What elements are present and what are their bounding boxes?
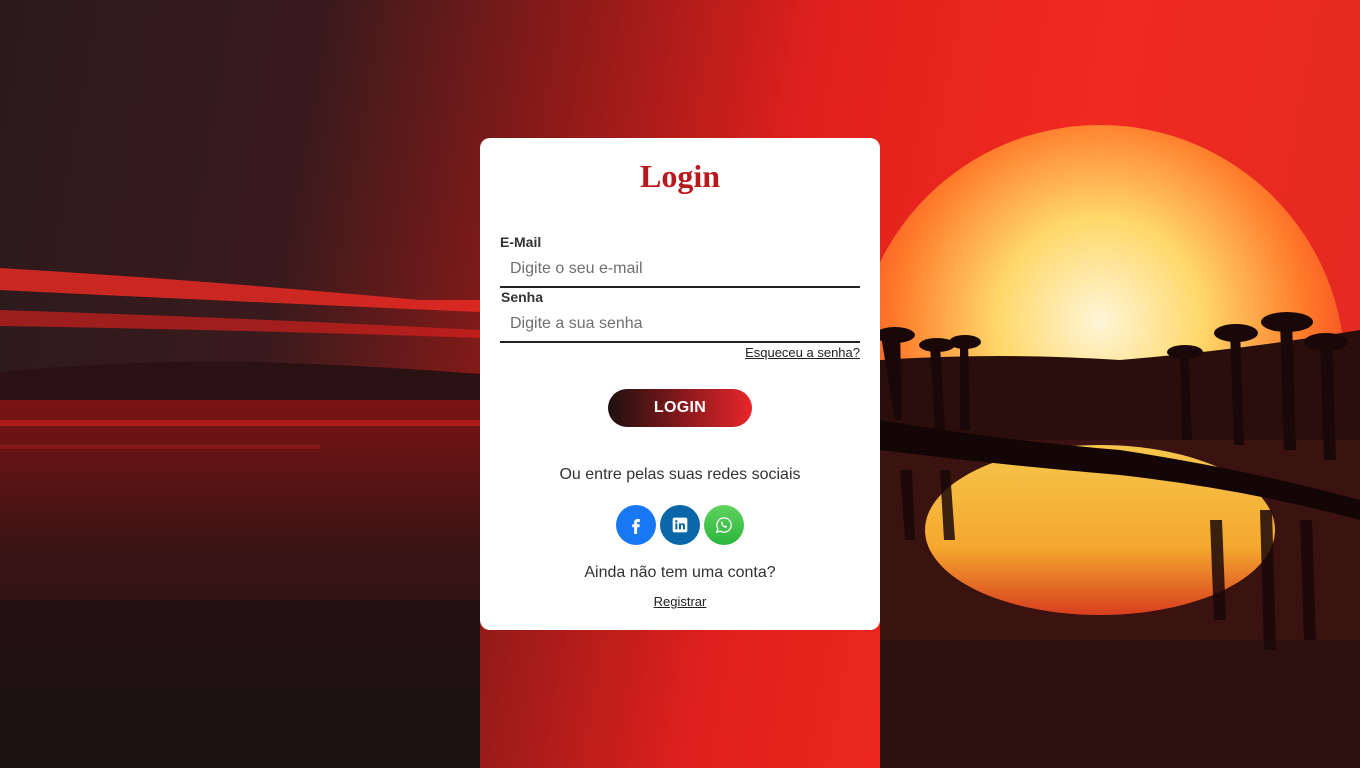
login-title: Login — [639, 158, 721, 194]
social-login-prompt: Ou entre pelas suas redes sociais — [559, 466, 801, 483]
social-buttons — [616, 505, 744, 545]
facebook-icon — [632, 519, 640, 534]
register-row: Registrar — [480, 594, 880, 609]
whatsapp-icon — [715, 517, 732, 534]
email-input[interactable] — [500, 252, 860, 288]
email-label: E-Mail — [500, 234, 542, 250]
no-account-text: Ainda não tem uma conta? — [584, 564, 776, 581]
linkedin-icon — [672, 517, 688, 533]
linkedin-button[interactable] — [660, 505, 700, 545]
login-button[interactable]: LOGIN — [608, 389, 752, 427]
login-card: Login E-Mail Senha Esqueceu a senha? LOG… — [480, 138, 880, 630]
forgot-password-link[interactable]: Esqueceu a senha? — [745, 345, 860, 360]
register-link[interactable]: Registrar — [654, 594, 707, 609]
password-input[interactable] — [500, 307, 860, 343]
password-label: Senha — [501, 289, 544, 305]
facebook-button[interactable] — [616, 505, 656, 545]
whatsapp-button[interactable] — [704, 505, 744, 545]
